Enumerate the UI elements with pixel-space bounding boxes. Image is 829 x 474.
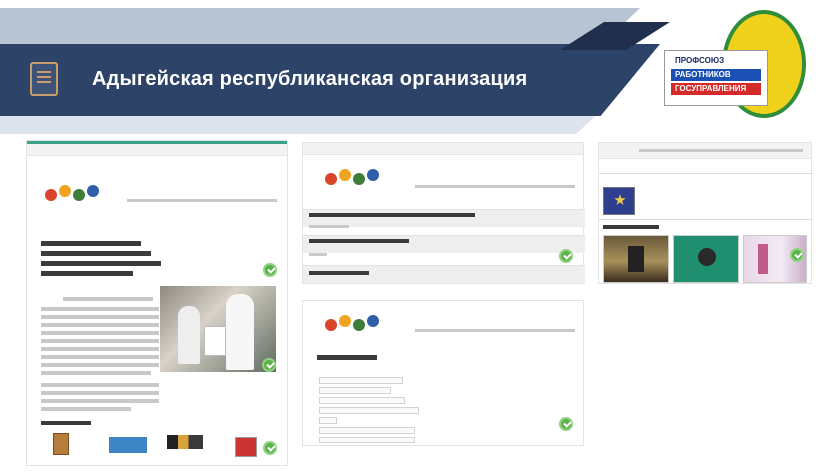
page-title: Адыгейская республиканская организация: [92, 68, 528, 90]
divider: [599, 219, 813, 220]
site-logo: [45, 185, 105, 207]
union-logo: ПРОФСОЮЗ РАБОТНИКОВ ГОСУПРАВЛЕНИЯ: [664, 10, 806, 122]
list-item: [319, 437, 415, 443]
browser-bar: [303, 143, 583, 155]
section-sub: [309, 253, 327, 256]
list-item: [319, 407, 419, 414]
logo-line-3: ГОСУПРАВЛЕНИЯ: [671, 83, 761, 95]
section-heading: [317, 355, 377, 360]
site-logo: [325, 169, 385, 191]
browser-bar: [27, 144, 287, 156]
person-figure: [178, 306, 200, 364]
paragraph-line: [41, 315, 159, 319]
paragraph-line: [41, 407, 131, 411]
paragraph-line: [41, 391, 159, 395]
heading-line: [41, 261, 161, 266]
video-thumbnail: [603, 235, 669, 283]
partner-logo: [235, 437, 257, 457]
paragraph-line: [41, 399, 159, 403]
document-icon: [30, 62, 58, 96]
paragraph-line: [41, 323, 159, 327]
video-thumbnail: [743, 235, 807, 283]
section-row: [303, 235, 585, 253]
site-nav-text: [415, 329, 575, 332]
check-circle-icon: [262, 358, 276, 372]
list-item: [319, 377, 403, 384]
check-circle-icon: [559, 417, 573, 431]
logo-line-2: РАБОТНИКОВ: [671, 69, 761, 81]
paragraph-line: [41, 363, 159, 367]
presentation-slide: Адыгейская республиканская организация П…: [0, 0, 829, 474]
paragraph-line: [41, 307, 159, 311]
subheading-line: [41, 421, 91, 425]
paragraph-line: [41, 371, 151, 375]
paragraph-line: [41, 383, 159, 387]
partner-logo: [109, 437, 147, 453]
check-circle-icon: [263, 441, 277, 455]
website-screenshot-right: [598, 142, 813, 284]
list-item: [319, 387, 391, 394]
thumbnail-figure: [758, 244, 768, 274]
website-screenshot-middle-top: [302, 142, 585, 284]
website-screenshot-middle-bottom: [302, 300, 584, 446]
thumbnail-figure: [628, 246, 644, 272]
check-circle-icon: [559, 249, 573, 263]
site-nav-text: [415, 185, 575, 188]
paragraph-line: [41, 355, 159, 359]
paragraph-line: [41, 347, 159, 351]
partner-logo: [167, 435, 203, 449]
check-circle-icon: [263, 263, 277, 277]
star-icon: [603, 187, 635, 215]
video-thumbnail: [673, 235, 739, 283]
certificate: [204, 326, 226, 356]
logo-box: ПРОФСОЮЗ РАБОТНИКОВ ГОСУПРАВЛЕНИЯ: [664, 50, 768, 106]
section-heading: [309, 213, 475, 217]
paragraph-line: [41, 339, 159, 343]
site-nav-text: [127, 199, 277, 202]
heading-line: [41, 251, 151, 256]
paragraph-line: [41, 331, 159, 335]
event-photo: [160, 286, 276, 372]
section-heading: [309, 271, 369, 275]
section-sub: [309, 225, 349, 228]
section-heading: [309, 239, 409, 243]
list-item: [319, 397, 405, 404]
check-circle-icon: [790, 248, 804, 262]
list-item: [319, 427, 415, 434]
section-heading: [603, 225, 659, 229]
list-item: [319, 417, 337, 424]
divider: [599, 173, 813, 174]
partner-logo: [53, 433, 69, 455]
person-figure: [226, 294, 254, 370]
thumbnail-figure: [698, 248, 716, 266]
site-nav-text: [639, 149, 803, 152]
logo-line-1: ПРОФСОЮЗ: [671, 55, 761, 67]
heading-line: [41, 271, 133, 276]
paragraph-line: [63, 297, 153, 301]
heading-line: [41, 241, 141, 246]
site-logo: [325, 315, 385, 337]
